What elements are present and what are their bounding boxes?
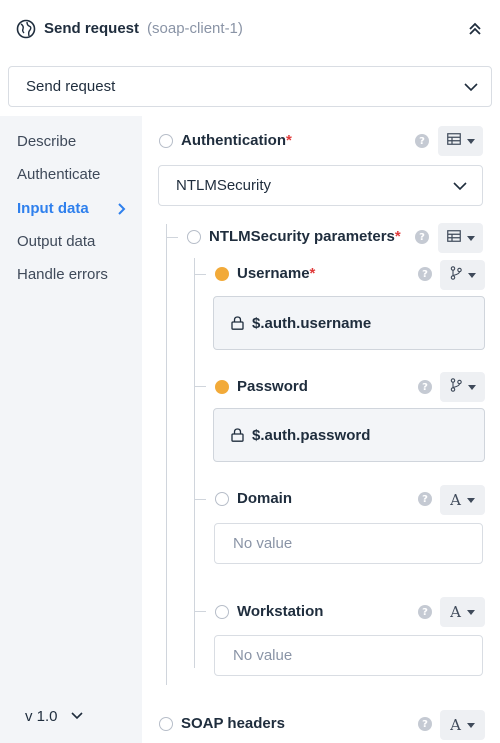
soap-headers-label: SOAP headers [181, 715, 285, 732]
version-label: v 1.0 [25, 708, 58, 725]
help-icon[interactable]: ? [418, 492, 432, 506]
authentication-select-value: NTLMSecurity [176, 177, 272, 194]
mapped-indicator [215, 380, 229, 394]
caret-down-icon [466, 235, 475, 241]
type-selector-button[interactable]: A [440, 597, 485, 627]
tree-line [194, 611, 206, 612]
version-select[interactable]: v 1.0 [25, 708, 84, 725]
authentication-radio[interactable] [159, 134, 173, 148]
workstation-radio[interactable] [215, 605, 229, 619]
caret-down-icon [467, 384, 476, 390]
tree-line [194, 274, 206, 275]
help-icon[interactable]: ? [418, 380, 432, 394]
tree-line [194, 386, 206, 387]
table-icon [446, 229, 461, 247]
lock-icon [231, 428, 244, 442]
text-type-icon: A [450, 491, 461, 509]
operation-select-value: Send request [26, 78, 116, 95]
type-selector-button[interactable]: A [440, 710, 485, 740]
type-selector-button[interactable] [440, 372, 485, 402]
tree-line [194, 258, 195, 668]
chevron-down-icon [452, 178, 468, 198]
username-expression-field[interactable]: $.auth.username [213, 296, 485, 350]
domain-label: Domain [237, 490, 293, 507]
password-label: Password [237, 378, 308, 395]
caret-down-icon [467, 272, 476, 278]
help-icon[interactable]: ? [415, 134, 429, 148]
caret-down-icon [466, 609, 475, 615]
help-icon[interactable]: ? [415, 230, 429, 244]
help-icon[interactable]: ? [418, 717, 432, 731]
type-selector-button[interactable]: A [440, 485, 485, 515]
type-selector-button[interactable] [438, 126, 483, 156]
sidebar-item-authenticate[interactable]: Authenticate [17, 166, 100, 183]
domain-input-placeholder: No value [233, 535, 293, 552]
caret-down-icon [466, 722, 475, 728]
globe-icon [16, 19, 36, 39]
ntlm-params-radio[interactable] [187, 230, 201, 244]
workstation-label: Workstation [237, 603, 324, 620]
mapped-indicator [215, 267, 229, 281]
chevron-down-icon [463, 79, 479, 99]
soap-headers-radio[interactable] [159, 717, 173, 731]
authentication-select[interactable]: NTLMSecurity [158, 165, 483, 206]
help-icon[interactable]: ? [418, 267, 432, 281]
password-expression-field[interactable]: $.auth.password [213, 408, 485, 462]
caret-down-icon [466, 497, 475, 503]
help-icon[interactable]: ? [418, 605, 432, 619]
sidebar-item-output-data[interactable]: Output data [17, 233, 95, 250]
domain-input[interactable]: No value [214, 523, 483, 564]
text-type-icon: A [450, 716, 461, 734]
chevron-down-icon [70, 708, 84, 725]
header-title: Send request [44, 20, 140, 37]
domain-radio[interactable] [215, 492, 229, 506]
text-type-icon: A [450, 603, 461, 621]
authentication-label: Authentication* [181, 132, 292, 149]
lock-icon [231, 316, 244, 330]
tree-line [166, 224, 167, 685]
operation-select[interactable]: Send request [8, 66, 492, 107]
branch-icon [450, 265, 462, 285]
type-selector-button[interactable] [440, 260, 485, 290]
panel-header: Send request (soap-client-1) [0, 0, 500, 57]
sidebar-item-input-data[interactable]: Input data [17, 200, 89, 217]
username-expression-value: $.auth.username [252, 314, 372, 332]
username-label: Username* [237, 265, 316, 282]
table-icon [446, 132, 461, 150]
type-selector-button[interactable] [438, 223, 483, 253]
tree-line [194, 499, 206, 500]
workstation-input-placeholder: No value [233, 647, 293, 664]
branch-icon [450, 377, 462, 397]
sidebar-item-describe[interactable]: Describe [17, 133, 76, 150]
workstation-input[interactable]: No value [214, 635, 483, 676]
tree-line [166, 237, 178, 238]
password-expression-value: $.auth.password [252, 426, 371, 444]
double-chevron-up-icon[interactable] [464, 18, 486, 40]
chevron-right-icon [117, 202, 127, 220]
header-subtitle: (soap-client-1) [147, 20, 243, 37]
caret-down-icon [466, 138, 475, 144]
sidebar-item-handle-errors[interactable]: Handle errors [17, 266, 108, 283]
ntlm-params-label: NTLMSecurity parameters* [209, 228, 401, 245]
